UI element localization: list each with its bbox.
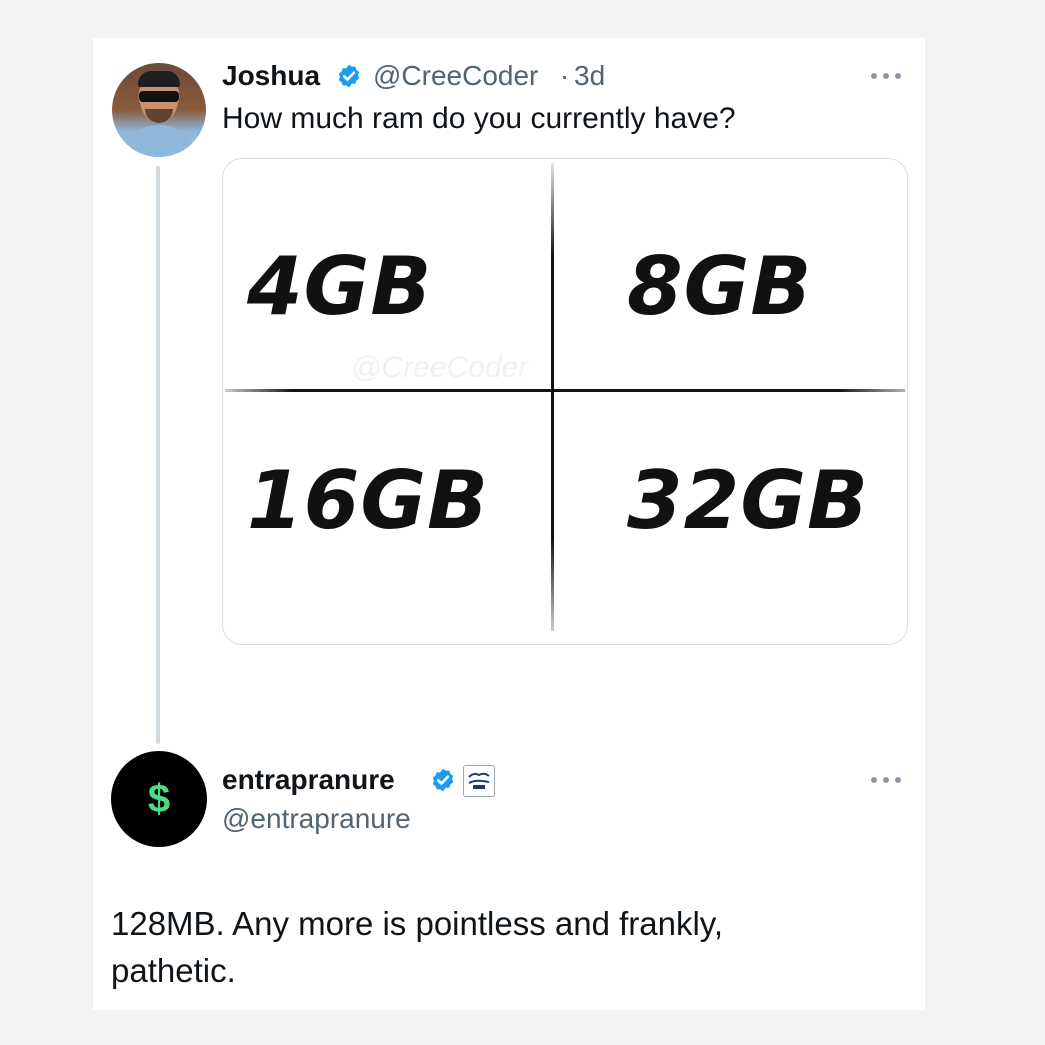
tweet-text: How much ram do you currently have? xyxy=(222,102,736,135)
tweet-text-line-2: pathetic. xyxy=(111,952,236,989)
ram-option-4gb: 4GB xyxy=(247,240,433,333)
verified-badge-icon xyxy=(432,768,454,792)
quadrant-horizontal-divider xyxy=(225,389,905,392)
avatar-hoodie xyxy=(122,125,196,157)
tweet-media-image[interactable]: @CreeCoder 4GB 8GB 16GB 32GB xyxy=(222,158,908,645)
quadrant-vertical-divider xyxy=(551,163,554,631)
avatar[interactable]: $ xyxy=(111,751,207,847)
ram-option-16gb: 16GB xyxy=(247,454,489,547)
ram-option-8gb: 8GB xyxy=(627,240,813,333)
author-handle[interactable]: @CreeCoder xyxy=(373,60,538,92)
more-options-icon[interactable] xyxy=(868,71,904,81)
author-name[interactable]: Joshua xyxy=(222,60,320,92)
avatar-beard xyxy=(145,109,173,123)
tweet-text-line-1: 128MB. Any more is pointless and frankly… xyxy=(111,905,724,942)
thread-connector-line xyxy=(156,166,160,744)
ram-option-32gb: 32GB xyxy=(627,454,869,547)
separator-dot: · xyxy=(560,60,570,91)
more-options-icon[interactable] xyxy=(868,775,904,785)
avatar-cap xyxy=(138,71,180,87)
tweet-timestamp[interactable]: 3d xyxy=(574,60,605,92)
author-name[interactable]: entrapranure xyxy=(222,764,395,796)
sunglasses-icon xyxy=(139,91,179,102)
author-handle[interactable]: @entrapranure xyxy=(222,803,411,835)
affiliate-badge-icon[interactable] xyxy=(463,765,495,797)
dollar-sign-icon: $ xyxy=(147,777,171,821)
avatar[interactable] xyxy=(112,63,206,157)
media-watermark: @CreeCoder xyxy=(351,351,529,384)
verified-badge-icon xyxy=(338,64,360,88)
